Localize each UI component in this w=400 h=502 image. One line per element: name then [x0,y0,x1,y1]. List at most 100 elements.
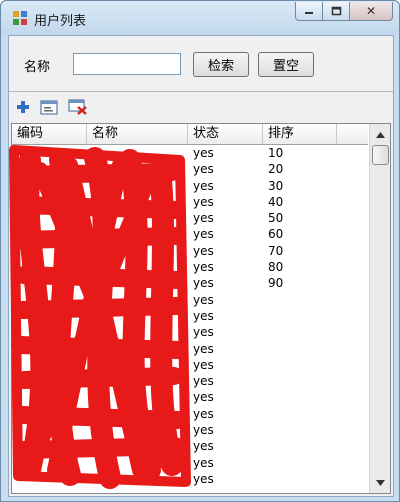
cell-code [12,292,87,308]
cell-order: 50 [268,211,284,226]
cell-order: 80 [268,260,284,275]
cell-name [87,357,188,373]
cell-status: yes [193,341,214,356]
cell-code [12,145,87,161]
cell-order [263,438,337,454]
cell-name [87,373,188,389]
close-button[interactable]: ✕ [350,2,393,21]
table-row[interactable]: yes [12,373,368,389]
table-row[interactable]: yes [12,341,368,357]
cell-status: yes [193,308,214,323]
cell-code [12,389,87,405]
table-row[interactable]: yes 30 [12,178,368,194]
cell-code [12,471,87,487]
table-row[interactable]: yes [12,324,368,340]
cell-name [87,226,188,242]
table-row[interactable]: yes [12,357,368,373]
toolbar [9,93,393,121]
cell-name [87,194,188,210]
name-label: 名称 [24,60,51,75]
table-row[interactable]: yes 20 [12,161,368,177]
table-row[interactable]: yes [12,308,368,324]
cell-status: yes [193,390,214,405]
cell-name [87,438,188,454]
cell-name [87,406,188,422]
scroll-thumb[interactable] [372,145,389,165]
divider [9,91,393,92]
cell-code [12,438,87,454]
cell-status: yes [193,211,214,226]
arrow-up-icon [375,131,385,138]
cell-status: yes [193,260,214,275]
close-icon: ✕ [365,4,377,18]
maximize-button[interactable] [323,2,350,21]
grid-body: yes 10 yes 20 yes 30 yes 40 yes 50 yes 60 yes 7… [12,145,368,493]
cell-status: yes [193,194,214,209]
cell-name [87,275,188,291]
column-header-filler [337,124,368,144]
table-row[interactable]: yes [12,389,368,405]
cell-order: 60 [268,227,284,242]
name-search-input[interactable] [73,53,181,75]
table-row[interactable]: yes 90 [12,275,368,291]
cell-order [263,406,337,422]
add-button[interactable] [13,98,33,116]
cell-code [12,226,87,242]
caption-buttons: ✕ [295,2,393,21]
minimize-button[interactable] [295,2,323,21]
table-row[interactable]: yes 80 [12,259,368,275]
table-row[interactable]: yes [12,455,368,471]
title-bar[interactable]: 用户列表 ✕ [1,1,399,35]
table-row[interactable]: yes 10 [12,145,368,161]
vertical-scrollbar[interactable] [369,124,390,493]
reset-button[interactable]: 置空 [258,52,314,77]
scroll-up-button[interactable] [370,126,390,143]
edit-button[interactable] [39,98,59,116]
cell-order [263,341,337,357]
cell-status: yes [193,146,214,160]
column-header-name[interactable]: 名称 [87,124,188,144]
cell-name [87,178,188,194]
table-row[interactable]: yes 70 [12,243,368,259]
cell-code [12,178,87,194]
table-row[interactable]: yes [12,292,368,308]
delete-button[interactable] [68,98,88,116]
cell-name [87,243,188,259]
cell-order: 90 [268,276,284,291]
cell-order: 70 [268,243,284,258]
search-button[interactable]: 检索 [193,52,249,77]
client-area: 名称 检索 置空 编码 名称 状态 排序 yes 10 yes 20 yes 3… [8,35,394,497]
table-row[interactable]: yes 40 [12,194,368,210]
cell-code [12,324,87,340]
delete-icon [68,99,87,115]
cell-code [12,161,87,177]
cell-name [87,341,188,357]
cell-code [12,308,87,324]
cell-code [12,210,87,226]
scroll-down-button[interactable] [370,474,390,491]
table-row[interactable]: yes 60 [12,226,368,242]
column-header-status[interactable]: 状态 [188,124,263,144]
column-header-order[interactable]: 排序 [263,124,337,144]
table-row[interactable]: yes [12,438,368,454]
table-row[interactable]: yes 50 [12,210,368,226]
table-row[interactable]: yes [12,471,368,487]
cell-code [12,357,87,373]
cell-status: yes [193,325,214,340]
cell-name [87,210,188,226]
arrow-down-icon [375,479,385,486]
user-list-window: 用户列表 ✕ 名称 检索 置空 编码 名称 状态 排序 yes 10 yes 2… [0,0,400,502]
cell-status: yes [193,455,214,470]
cell-status: yes [193,406,214,421]
cell-status: yes [193,178,214,193]
cell-code [12,373,87,389]
window-title: 用户列表 [34,14,87,29]
user-grid[interactable]: 编码 名称 状态 排序 yes 10 yes 20 yes 30 yes 40 yes 5… [11,123,391,494]
table-row[interactable]: yes [12,422,368,438]
cell-status: yes [193,162,214,177]
column-header-code[interactable]: 编码 [12,124,87,144]
maximize-icon [331,6,341,16]
table-row[interactable]: yes [12,406,368,422]
app-icon [13,11,27,25]
cell-order: 20 [268,162,284,177]
